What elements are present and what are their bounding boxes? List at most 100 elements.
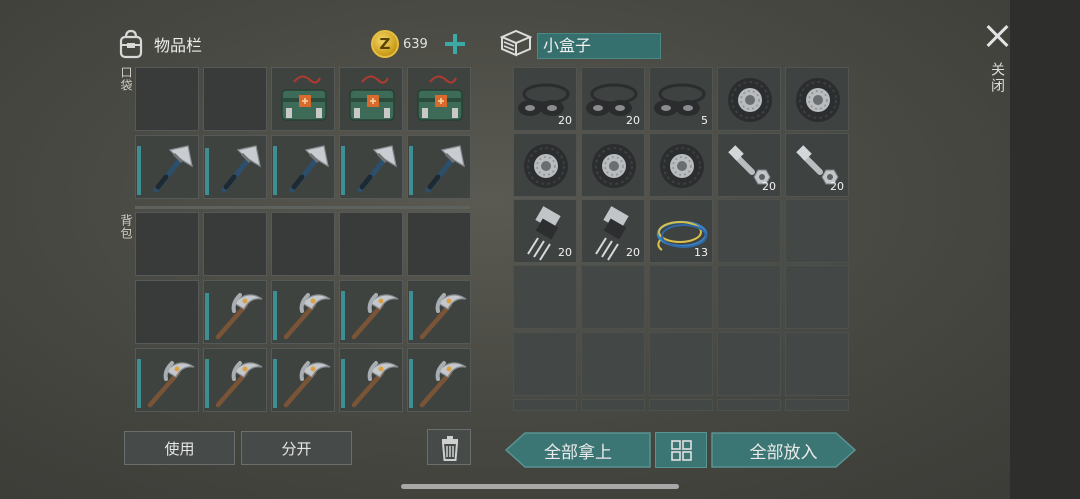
container-slot[interactable]	[785, 67, 849, 131]
pickaxe-icon	[204, 349, 268, 413]
container-slot[interactable]	[717, 199, 781, 263]
side-panel-background	[1010, 0, 1080, 499]
container-slot[interactable]: 5	[649, 67, 713, 131]
container-slot[interactable]: 20	[513, 67, 577, 131]
container-slot[interactable]	[581, 332, 645, 396]
backpack-slot[interactable]	[271, 348, 335, 412]
item-quantity: 20	[830, 180, 844, 193]
pocket-slot[interactable]	[407, 135, 471, 199]
backpack-slot[interactable]	[203, 280, 267, 344]
container-slot[interactable]	[581, 265, 645, 329]
use-button[interactable]: 使用	[124, 431, 235, 465]
pocket-slot[interactable]	[339, 135, 403, 199]
hatchet-icon	[272, 136, 336, 200]
container-slot[interactable]	[649, 399, 713, 411]
split-button[interactable]: 分开	[241, 431, 352, 465]
container-slot[interactable]	[785, 399, 849, 411]
durability-bar	[137, 146, 141, 195]
grid-icon	[671, 440, 692, 461]
container-slot[interactable]	[649, 265, 713, 329]
container-slot[interactable]	[649, 332, 713, 396]
pocket-slot[interactable]	[135, 135, 199, 199]
backpack-slot[interactable]	[407, 348, 471, 412]
container-slot[interactable]: 20	[581, 67, 645, 131]
item-quantity: 20	[626, 114, 640, 127]
durability-bar	[137, 359, 141, 408]
durability-bar	[409, 146, 413, 195]
take-all-label: 全部拿上	[544, 442, 612, 463]
dynamite-bundle-icon	[272, 68, 336, 132]
container-slot[interactable]	[513, 265, 577, 329]
pocket-slot[interactable]	[271, 135, 335, 199]
pickaxe-icon	[272, 349, 336, 413]
pocket-slot[interactable]	[339, 67, 403, 131]
backpack-slot[interactable]	[135, 212, 199, 276]
take-all-button[interactable]: 全部拿上	[505, 432, 651, 468]
container-slot[interactable]: 20	[581, 199, 645, 263]
backpack-slot[interactable]	[203, 348, 267, 412]
backpack-slot[interactable]	[203, 212, 267, 276]
container-slot[interactable]	[785, 332, 849, 396]
pickaxe-icon	[408, 281, 472, 345]
container-slot[interactable]	[513, 332, 577, 396]
coin-icon: Z	[371, 30, 399, 58]
coin-symbol: Z	[379, 35, 391, 53]
durability-bar	[409, 291, 413, 340]
container-slot[interactable]	[717, 399, 781, 411]
backpack-slot[interactable]	[339, 280, 403, 344]
pocket-label: 口袋	[119, 66, 133, 92]
container-slot[interactable]	[513, 399, 577, 411]
box-icon	[499, 29, 533, 57]
home-indicator	[401, 484, 679, 489]
close-icon[interactable]	[986, 24, 1010, 48]
hatchet-icon	[408, 136, 472, 200]
backpack-slot[interactable]	[339, 212, 403, 276]
container-slot[interactable]	[785, 265, 849, 329]
durability-bar	[273, 146, 277, 195]
container-slot[interactable]: 13	[649, 199, 713, 263]
pocket-slot[interactable]	[135, 67, 199, 131]
durability-bar	[273, 291, 277, 340]
container-slot[interactable]	[513, 133, 577, 197]
backpack-slot[interactable]	[135, 348, 199, 412]
sort-button[interactable]	[655, 432, 707, 468]
close-label[interactable]: 关闭	[989, 62, 1007, 94]
put-all-button[interactable]: 全部放入	[711, 432, 856, 468]
pickaxe-icon	[136, 349, 200, 413]
container-slot[interactable]: 20	[785, 133, 849, 197]
trash-button[interactable]	[427, 429, 471, 465]
container-slot[interactable]	[649, 133, 713, 197]
container-slot[interactable]	[581, 133, 645, 197]
tire-icon	[650, 134, 714, 198]
pocket-slot[interactable]	[407, 67, 471, 131]
container-slot[interactable]	[717, 332, 781, 396]
put-all-label: 全部放入	[749, 442, 818, 463]
pocket-slot[interactable]	[271, 67, 335, 131]
tire-icon	[514, 134, 578, 198]
backpack-slot[interactable]	[135, 280, 199, 344]
container-slot[interactable]	[785, 199, 849, 263]
backpack-slot[interactable]	[271, 280, 335, 344]
backpack-icon	[119, 29, 143, 59]
tire-icon	[718, 68, 782, 132]
backpack-slot[interactable]	[339, 348, 403, 412]
tire-icon	[582, 134, 646, 198]
item-quantity: 20	[558, 114, 572, 127]
item-quantity: 20	[558, 246, 572, 259]
pickaxe-icon	[408, 349, 472, 413]
container-slot[interactable]	[717, 265, 781, 329]
container-slot[interactable]: 20	[513, 199, 577, 263]
pocket-slot[interactable]	[203, 67, 267, 131]
pocket-slot[interactable]	[203, 135, 267, 199]
container-slot[interactable]	[581, 399, 645, 411]
pickaxe-icon	[340, 281, 404, 345]
backpack-slot[interactable]	[407, 280, 471, 344]
durability-bar	[205, 359, 209, 408]
durability-bar	[205, 148, 209, 195]
container-slot[interactable]	[717, 67, 781, 131]
add-coins-button[interactable]	[443, 32, 467, 56]
inventory-header: 物品栏	[117, 28, 202, 60]
backpack-slot[interactable]	[407, 212, 471, 276]
backpack-slot[interactable]	[271, 212, 335, 276]
container-slot[interactable]: 20	[717, 133, 781, 197]
